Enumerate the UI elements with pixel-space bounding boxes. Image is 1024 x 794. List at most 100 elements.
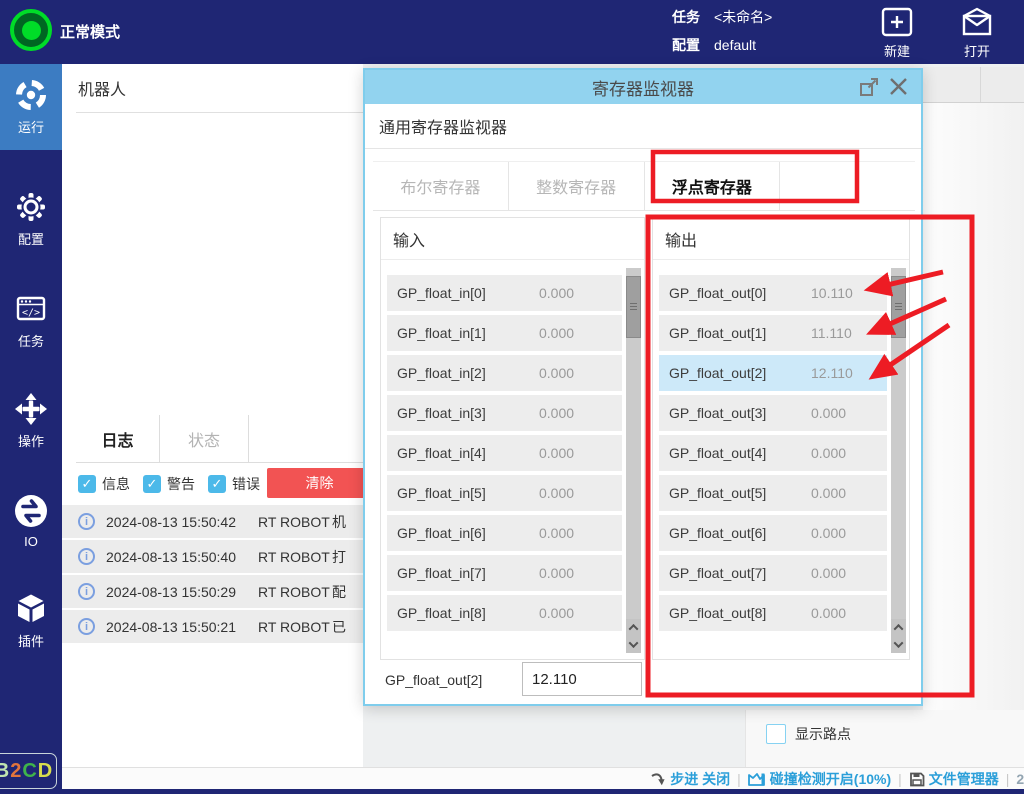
register-row[interactable]: GP_float_in[4] 0.000 — [387, 435, 622, 471]
sidebar-item-plugin[interactable]: 插件 — [0, 578, 62, 664]
register-row[interactable]: GP_float_out[5] 0.000 — [659, 475, 887, 511]
log-filter-checkbox-group[interactable]: 警告 — [143, 474, 195, 494]
sidebar-item-task[interactable]: </> 任务 — [0, 278, 62, 364]
register-value: 0.000 — [539, 525, 574, 541]
register-row[interactable]: GP_float_out[8] 0.000 — [659, 595, 887, 631]
register-row[interactable]: GP_float_in[0] 0.000 — [387, 275, 622, 311]
log-entry-row[interactable]: i 2024-08-13 15:50:40 RT ROBOT 打 — [62, 540, 363, 573]
scroll-down-icon[interactable] — [891, 636, 906, 653]
info-icon: i — [78, 583, 95, 600]
log-filter-checkbox-group[interactable]: 信息 — [78, 474, 130, 494]
register-name: GP_float_in[4] — [397, 445, 539, 461]
register-row[interactable]: GP_float_out[7] 0.000 — [659, 555, 887, 591]
output-register-section: 输出 GP_float_out[0] 10.110 GP_float_out[1… — [652, 217, 910, 660]
sidebar-item-io[interactable]: IO — [0, 478, 62, 564]
checkbox-checked-icon[interactable] — [208, 475, 226, 493]
collision-detection-toggle[interactable]: 碰撞检测开启(10%) — [748, 769, 891, 789]
log-timestamp: 2024-08-13 15:50:42 — [106, 514, 258, 530]
tab-status[interactable]: 状态 — [160, 415, 249, 462]
register-name: GP_float_out[8] — [669, 605, 811, 621]
sidebar-item-label: 任务 — [18, 331, 44, 350]
clear-log-button[interactable]: 清除 — [267, 468, 363, 498]
checkbox-checked-icon[interactable] — [78, 475, 96, 493]
filter-label: 警告 — [167, 474, 195, 494]
collision-icon — [748, 772, 766, 787]
register-row[interactable]: GP_float_out[3] 0.000 — [659, 395, 887, 431]
tab-bool-register[interactable]: 布尔寄存器 — [373, 162, 509, 210]
robot-status-light-icon[interactable] — [10, 9, 52, 51]
step-arrow-icon — [650, 772, 666, 787]
file-manager-button[interactable]: 文件管理器 — [909, 769, 999, 789]
register-value-input[interactable] — [522, 662, 642, 696]
config-value: default — [714, 31, 756, 59]
filter-label: 错误 — [232, 474, 260, 494]
log-message: 配 — [332, 582, 346, 602]
register-row[interactable]: GP_float_in[2] 0.000 — [387, 355, 622, 391]
dialog-titlebar[interactable]: 寄存器监视器 — [365, 70, 921, 104]
scroll-up-icon[interactable] — [626, 619, 641, 636]
log-message: 机 — [332, 512, 346, 532]
scrollbar-thumb[interactable] — [891, 276, 906, 338]
sidebar-item-run[interactable]: 运行 — [0, 64, 62, 150]
output-scrollbar[interactable] — [891, 268, 906, 653]
dialog-subtitle: 通用寄存器监视器 — [379, 114, 507, 138]
close-icon[interactable] — [888, 76, 909, 97]
config-label: 配置 — [672, 31, 700, 59]
tab-log[interactable]: 日志 — [76, 415, 160, 462]
register-row[interactable]: GP_float_in[5] 0.000 — [387, 475, 622, 511]
scroll-down-icon[interactable] — [626, 636, 641, 653]
scroll-up-icon[interactable] — [891, 619, 906, 636]
io-exchange-icon — [13, 493, 49, 529]
tab-float-register[interactable]: 浮点寄存器 — [645, 162, 781, 210]
register-row[interactable]: GP_float_out[1] 11.110 — [659, 315, 887, 351]
register-row[interactable]: GP_float_in[1] 0.000 — [387, 315, 622, 351]
brand-badge-letter: C — [22, 760, 37, 783]
register-type-tabbar: 布尔寄存器 整数寄存器 浮点寄存器 — [373, 161, 915, 211]
register-name: GP_float_in[6] — [397, 525, 539, 541]
show-waypoints-checkbox[interactable] — [766, 724, 786, 744]
sidebar-item-operate[interactable]: 操作 — [0, 378, 62, 464]
register-name: GP_float_out[5] — [669, 485, 811, 501]
register-row[interactable]: GP_float_out[4] 0.000 — [659, 435, 887, 471]
register-row[interactable]: GP_float_out[2] 12.110 — [659, 355, 887, 391]
log-message: 已 — [332, 617, 346, 637]
log-entry-row[interactable]: i 2024-08-13 15:50:29 RT ROBOT 配 — [62, 575, 363, 608]
register-name: GP_float_in[8] — [397, 605, 539, 621]
register-row[interactable]: GP_float_in[8] 0.000 — [387, 595, 622, 631]
checkbox-checked-icon[interactable] — [143, 475, 161, 493]
selected-register-label: GP_float_out[2] — [385, 672, 482, 688]
log-tabbar: 日志 状态 — [76, 415, 363, 463]
register-name: GP_float_out[6] — [669, 525, 811, 541]
new-task-button[interactable]: 新建 — [868, 6, 926, 60]
sidebar-item-config[interactable]: 配置 — [0, 176, 62, 262]
register-name: GP_float_in[7] — [397, 565, 539, 581]
log-source: RT ROBOT — [258, 549, 332, 565]
register-name: GP_float_in[3] — [397, 405, 539, 421]
open-task-button[interactable]: 打开 — [948, 6, 1006, 60]
log-entry-row[interactable]: i 2024-08-13 15:50:21 RT ROBOT 已 — [62, 610, 363, 643]
register-row[interactable]: GP_float_in[6] 0.000 — [387, 515, 622, 551]
top-bar: 正常模式 任务 <未命名> 配置 default 新建 打开 — [0, 0, 1024, 64]
brand-badge-letter: D — [38, 760, 53, 783]
register-row[interactable]: GP_float_out[0] 10.110 — [659, 275, 887, 311]
register-name: GP_float_out[0] — [669, 285, 811, 301]
popout-icon[interactable] — [859, 77, 879, 97]
register-value: 0.000 — [539, 605, 574, 621]
robot-log-panel: 机器人 日志 状态 信息 警告 错误 — [62, 64, 363, 767]
scrollbar-thumb[interactable] — [626, 276, 641, 338]
register-value: 0.000 — [539, 405, 574, 421]
input-scrollbar[interactable] — [626, 268, 641, 653]
register-value: 0.000 — [539, 485, 574, 501]
log-entry-row[interactable]: i 2024-08-13 15:50:42 RT ROBOT 机 — [62, 505, 363, 538]
register-name: GP_float_out[2] — [669, 365, 811, 381]
right-panel-tabstrip[interactable] — [923, 67, 1024, 103]
register-row[interactable]: GP_float_in[3] 0.000 — [387, 395, 622, 431]
log-filter-checkbox-group[interactable]: 错误 — [208, 474, 260, 494]
register-row[interactable]: GP_float_in[7] 0.000 — [387, 555, 622, 591]
step-mode-toggle[interactable]: 步进 关闭 — [650, 769, 730, 789]
filter-label: 信息 — [102, 474, 130, 494]
log-source: RT ROBOT — [258, 514, 332, 530]
register-row[interactable]: GP_float_out[6] 0.000 — [659, 515, 887, 551]
register-name: GP_float_in[0] — [397, 285, 539, 301]
tab-int-register[interactable]: 整数寄存器 — [509, 162, 645, 210]
